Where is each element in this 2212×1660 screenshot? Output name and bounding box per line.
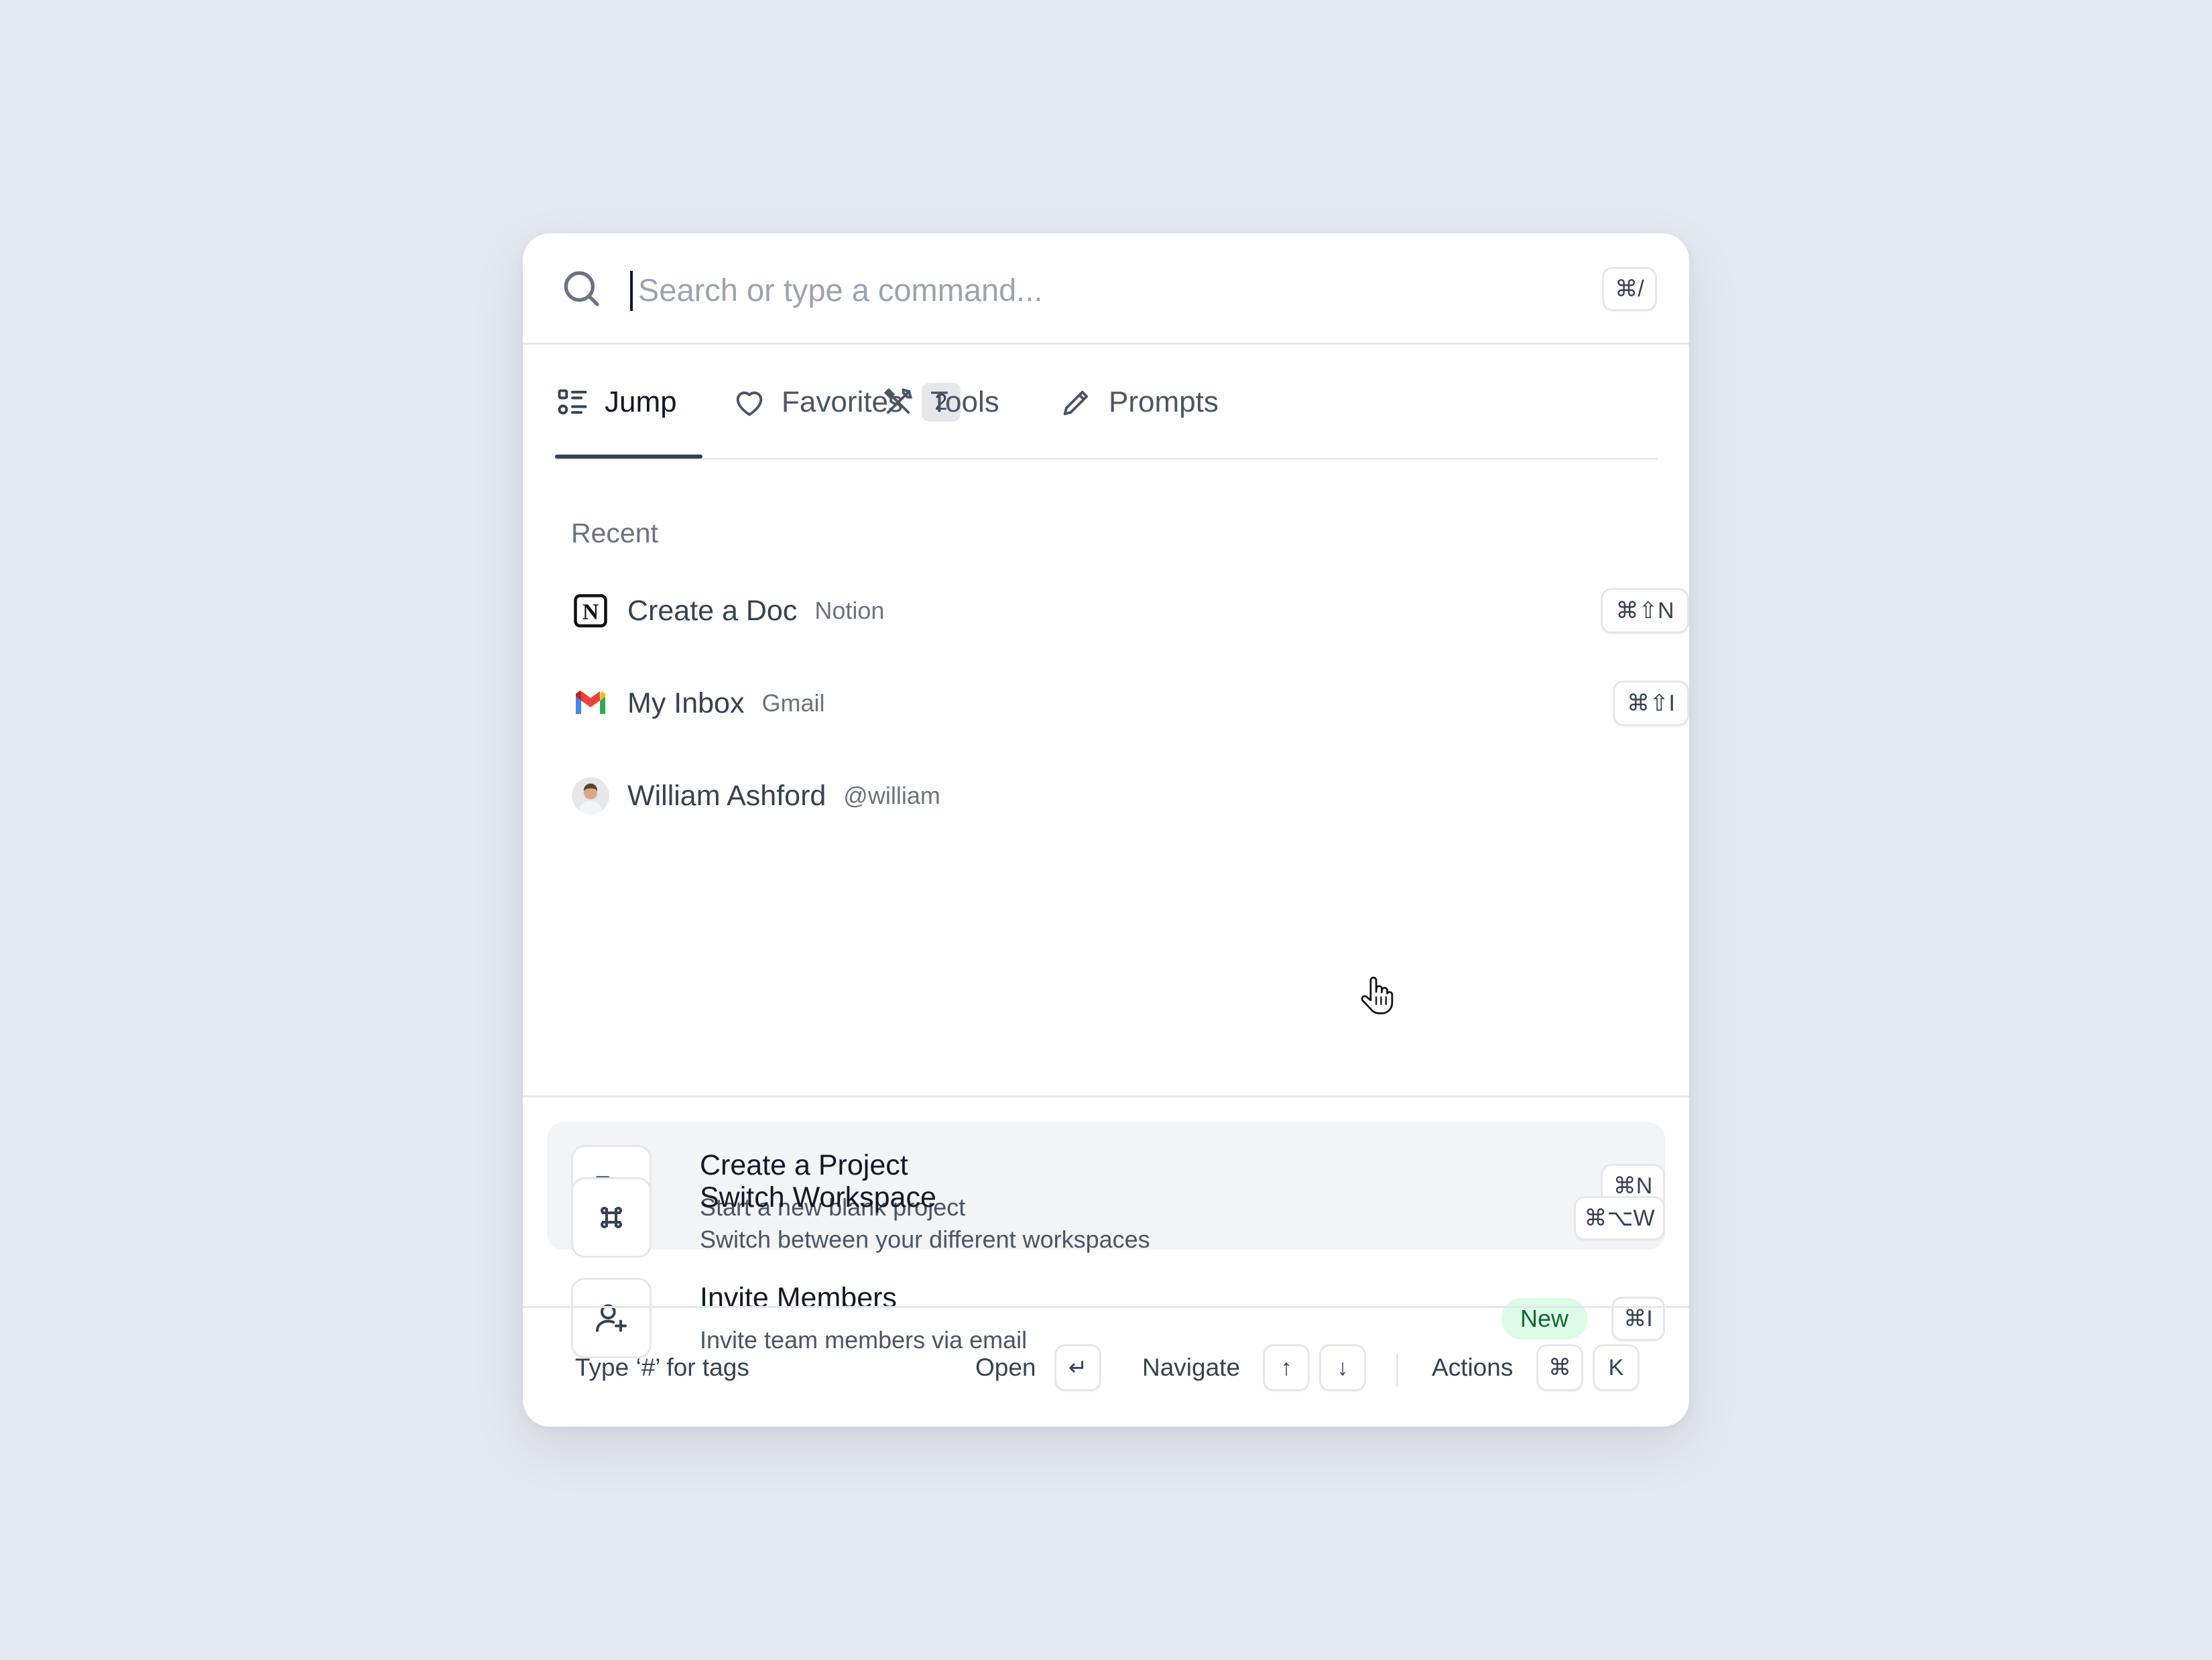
command-icon: [571, 1177, 652, 1258]
k-key: K: [1593, 1344, 1640, 1391]
active-tab-indicator: [555, 455, 702, 459]
enter-key: ↵: [1054, 1344, 1101, 1391]
search-bar: ⌘/: [523, 233, 1689, 345]
recent-item-title: William Ashford: [627, 779, 826, 812]
recent-item-my-inbox[interactable]: My Inbox Gmail ⌘⇧I: [571, 666, 1689, 740]
recent-item-create-doc[interactable]: N Create a Doc Notion ⌘⇧N: [571, 574, 1689, 648]
search-input[interactable]: [635, 263, 1429, 316]
avatar: [571, 776, 610, 815]
search-shortcut-key: ⌘/: [1602, 267, 1657, 311]
section-title-recent: Recent: [571, 518, 658, 548]
svg-text:N: N: [582, 599, 599, 624]
arrow-down-key: ↓: [1319, 1344, 1366, 1391]
pencil-icon: [1063, 390, 1089, 416]
tab-tools[interactable]: Tools: [881, 345, 999, 460]
palette-footer: Type ‘#’ for tags Open ↵ Navigate ↑ ↓ Ac…: [523, 1306, 1689, 1427]
search-icon: [564, 271, 599, 306]
command-title: Switch Workspace: [700, 1181, 936, 1213]
recent-item-app: Gmail: [761, 689, 825, 717]
command-key: ⌘: [1536, 1344, 1583, 1391]
recent-item-title: My Inbox: [627, 687, 745, 719]
tab-label: Tools: [930, 386, 999, 418]
actions-label: Actions: [1432, 1353, 1514, 1381]
text-caret: [630, 271, 633, 311]
shortcut-key: ⌘⇧N: [1601, 588, 1689, 634]
open-label: Open: [975, 1353, 1036, 1381]
command-switch-workspace[interactable]: Switch Workspace Switch between your dif…: [547, 1154, 1665, 1282]
footer-divider: [1396, 1354, 1398, 1387]
shortcut-key: ⌘⇧I: [1613, 680, 1689, 726]
arrow-up-key: ↑: [1263, 1344, 1310, 1391]
navigate-label: Navigate: [1142, 1353, 1241, 1381]
tab-prompts[interactable]: Prompts: [1059, 345, 1219, 460]
gmail-icon: [571, 684, 610, 723]
tools-icon: [883, 388, 912, 414]
hand-cursor-icon: [1361, 976, 1394, 1014]
tab-bar: Jump Favorites 2 Tools Prompts: [555, 345, 1657, 460]
tags-hint: Type ‘#’ for tags: [575, 1353, 749, 1381]
shortcut-key: ⌘⌥W: [1574, 1196, 1665, 1240]
recent-item-app: Notion: [814, 597, 885, 624]
tab-label: Prompts: [1109, 386, 1219, 418]
recent-item-title: Create a Doc: [627, 594, 798, 627]
tab-label: Jump: [605, 386, 677, 418]
command-description: Switch between your different workspaces: [700, 1226, 1150, 1253]
list-icon: [558, 389, 587, 415]
section-divider: [523, 1095, 1689, 1098]
tab-jump[interactable]: Jump: [555, 345, 702, 460]
notion-icon: N: [571, 591, 610, 630]
heart-icon: [736, 391, 763, 416]
recent-item-william[interactable]: William Ashford @william: [571, 759, 1641, 833]
recent-item-handle: @william: [843, 782, 940, 809]
